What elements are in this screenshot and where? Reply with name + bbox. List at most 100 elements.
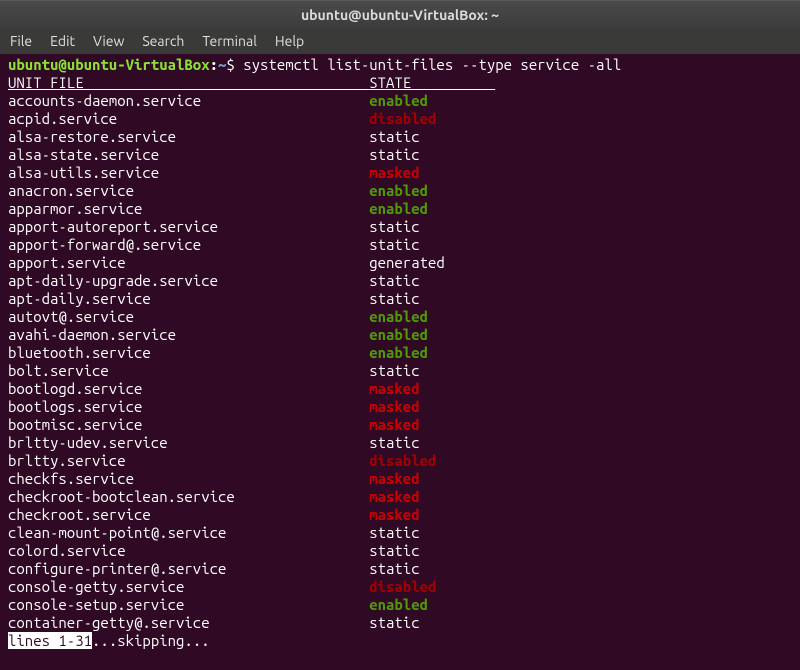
table-row: colord.service static bbox=[8, 542, 792, 560]
unit-name: bootlogd.service bbox=[8, 380, 369, 397]
window-title: ubuntu@ubuntu-VirtualBox: ~ bbox=[301, 6, 499, 24]
unit-state: static bbox=[369, 614, 419, 631]
unit-state: static bbox=[369, 560, 419, 577]
menu-help[interactable]: Help bbox=[275, 32, 304, 50]
table-row: apt-daily-upgrade.service static bbox=[8, 272, 792, 290]
unit-name: bootmisc.service bbox=[8, 416, 369, 433]
unit-name: brltty.service bbox=[8, 452, 369, 469]
menu-search[interactable]: Search bbox=[142, 32, 184, 50]
table-row: checkroot.service masked bbox=[8, 506, 792, 524]
table-row: apport.service generated bbox=[8, 254, 792, 272]
table-row: brltty.service disabled bbox=[8, 452, 792, 470]
table-row: accounts-daemon.service enabled bbox=[8, 92, 792, 110]
table-row: alsa-restore.service static bbox=[8, 128, 792, 146]
table-row: apport-forward@.service static bbox=[8, 236, 792, 254]
table-row: console-getty.service disabled bbox=[8, 578, 792, 596]
command-text: systemctl list-unit-files --type service… bbox=[243, 56, 621, 73]
unit-name: console-setup.service bbox=[8, 596, 369, 613]
header-state: STATE bbox=[369, 74, 495, 91]
menu-terminal[interactable]: Terminal bbox=[202, 32, 257, 50]
unit-name: clean-mount-point@.service bbox=[8, 524, 369, 541]
table-row: bootmisc.service masked bbox=[8, 416, 792, 434]
unit-name: apt-daily-upgrade.service bbox=[8, 272, 369, 289]
unit-state: masked bbox=[369, 164, 419, 181]
unit-name: apport-forward@.service bbox=[8, 236, 369, 253]
pager-position: lines 1-31 bbox=[8, 632, 92, 649]
prompt-user-host: ubuntu@ubuntu-VirtualBox bbox=[8, 56, 210, 73]
unit-state: static bbox=[369, 434, 419, 451]
unit-state: masked bbox=[369, 488, 419, 505]
unit-state: static bbox=[369, 362, 419, 379]
unit-state: static bbox=[369, 290, 419, 307]
menubar: File Edit View Search Terminal Help bbox=[0, 28, 800, 54]
menu-edit[interactable]: Edit bbox=[50, 32, 75, 50]
unit-state: masked bbox=[369, 470, 419, 487]
unit-name: apparmor.service bbox=[8, 200, 369, 217]
unit-name: apt-daily.service bbox=[8, 290, 369, 307]
menu-file[interactable]: File bbox=[10, 32, 32, 50]
unit-name: colord.service bbox=[8, 542, 369, 559]
prompt-dollar: $ bbox=[226, 56, 243, 73]
table-row: anacron.service enabled bbox=[8, 182, 792, 200]
unit-state: masked bbox=[369, 398, 419, 415]
table-row: configure-printer@.service static bbox=[8, 560, 792, 578]
table-row: container-getty@.service static bbox=[8, 614, 792, 632]
unit-state: enabled bbox=[369, 326, 428, 343]
pager-skipping: ...skipping... bbox=[92, 632, 210, 649]
table-row: alsa-utils.service masked bbox=[8, 164, 792, 182]
table-row: apport-autoreport.service static bbox=[8, 218, 792, 236]
table-row: clean-mount-point@.service static bbox=[8, 524, 792, 542]
table-row: checkroot-bootclean.service masked bbox=[8, 488, 792, 506]
prompt-line: ubuntu@ubuntu-VirtualBox:~$ systemctl li… bbox=[8, 56, 792, 74]
unit-name: anacron.service bbox=[8, 182, 369, 199]
table-row: autovt@.service enabled bbox=[8, 308, 792, 326]
unit-state: masked bbox=[369, 506, 419, 523]
menu-view[interactable]: View bbox=[93, 32, 124, 50]
unit-name: apport.service bbox=[8, 254, 369, 271]
unit-state: static bbox=[369, 218, 419, 235]
unit-state: static bbox=[369, 146, 419, 163]
unit-rows: accounts-daemon.service enabledacpid.ser… bbox=[8, 92, 792, 632]
unit-state: enabled bbox=[369, 596, 428, 613]
table-row: apt-daily.service static bbox=[8, 290, 792, 308]
unit-state: disabled bbox=[369, 452, 436, 469]
unit-state: static bbox=[369, 128, 419, 145]
unit-name: alsa-utils.service bbox=[8, 164, 369, 181]
unit-name: apport-autoreport.service bbox=[8, 218, 369, 235]
prompt-colon: : bbox=[210, 56, 218, 73]
unit-state: enabled bbox=[369, 182, 428, 199]
unit-state: masked bbox=[369, 380, 419, 397]
table-row: bootlogs.service masked bbox=[8, 398, 792, 416]
unit-state: enabled bbox=[369, 200, 428, 217]
unit-state: enabled bbox=[369, 344, 428, 361]
unit-name: checkfs.service bbox=[8, 470, 369, 487]
unit-name: checkroot-bootclean.service bbox=[8, 488, 369, 505]
unit-name: autovt@.service bbox=[8, 308, 369, 325]
table-row: avahi-daemon.service enabled bbox=[8, 326, 792, 344]
unit-name: alsa-state.service bbox=[8, 146, 369, 163]
table-row: apparmor.service enabled bbox=[8, 200, 792, 218]
unit-name: alsa-restore.service bbox=[8, 128, 369, 145]
table-row: brltty-udev.service static bbox=[8, 434, 792, 452]
unit-state: static bbox=[369, 524, 419, 541]
unit-state: generated bbox=[369, 254, 445, 271]
table-row: console-setup.service enabled bbox=[8, 596, 792, 614]
table-header: UNIT FILE STATE bbox=[8, 74, 792, 92]
unit-name: bolt.service bbox=[8, 362, 369, 379]
unit-name: console-getty.service bbox=[8, 578, 369, 595]
header-unit-file: UNIT FILE bbox=[8, 74, 369, 91]
unit-state: enabled bbox=[369, 308, 428, 325]
unit-name: avahi-daemon.service bbox=[8, 326, 369, 343]
unit-state: static bbox=[369, 272, 419, 289]
unit-state: static bbox=[369, 236, 419, 253]
unit-name: checkroot.service bbox=[8, 506, 369, 523]
unit-name: accounts-daemon.service bbox=[8, 92, 369, 109]
table-row: acpid.service disabled bbox=[8, 110, 792, 128]
table-row: checkfs.service masked bbox=[8, 470, 792, 488]
unit-state: masked bbox=[369, 416, 419, 433]
unit-name: configure-printer@.service bbox=[8, 560, 369, 577]
unit-name: bootlogs.service bbox=[8, 398, 369, 415]
unit-state: enabled bbox=[369, 92, 428, 109]
terminal-output[interactable]: ubuntu@ubuntu-VirtualBox:~$ systemctl li… bbox=[0, 54, 800, 652]
unit-name: brltty-udev.service bbox=[8, 434, 369, 451]
